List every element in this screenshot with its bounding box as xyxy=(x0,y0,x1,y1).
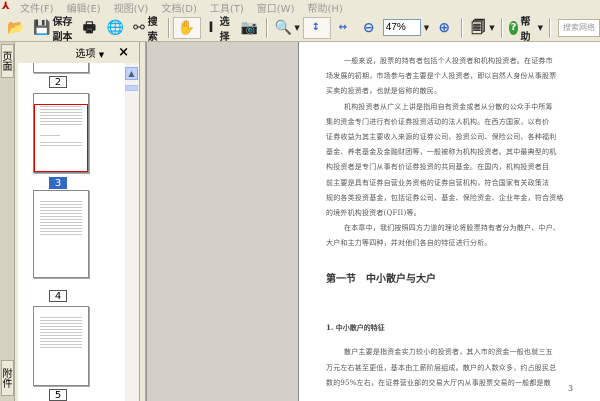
zoom-tool-button[interactable]: 🔍 ▼ xyxy=(271,17,302,39)
select-label: 选择 xyxy=(219,16,230,43)
paragraph-line: 前主要是具有证券自营业务资格的证券自营机构，符合国家有关政策法 xyxy=(326,178,550,187)
paragraph-line: 证券收益为其主要收入来源的证券公司、投资公司、保险公司、各种福利 xyxy=(326,133,557,141)
navigation-tabs: 页面 附件 xyxy=(0,42,15,401)
hand-icon: ✋ xyxy=(177,19,196,36)
page-thumbnail-5[interactable] xyxy=(33,306,89,386)
close-panel-button[interactable]: × xyxy=(118,45,129,60)
zoom-out-button[interactable]: ⊖ xyxy=(357,17,383,39)
fit-page-button[interactable]: ↕ xyxy=(302,16,331,39)
menu-view[interactable]: 视图(V) xyxy=(114,0,149,15)
document-page: 一般来说，股票的持有者包括个人投资者和机构投资者。在证券市场发展的初期，市场参与… xyxy=(298,42,600,401)
adobe-logo-icon: ⅄ xyxy=(2,1,10,12)
menu-file[interactable]: 文件(F) xyxy=(20,0,54,15)
menu-bar: ⅄ 文件(F) 编辑(E) 视图(V) 文档(D) 工具(T) 窗口(W) 帮助… xyxy=(0,0,600,15)
chevron-down-icon: ▼ xyxy=(423,23,430,32)
paragraph-line: 集的资金专门进行有价证券投资活动的法人机构。在西方国家，以有价 xyxy=(326,117,550,126)
scroll-up-arrow-icon[interactable]: ▲ xyxy=(125,67,138,80)
page-label-4[interactable]: 4 xyxy=(49,290,67,302)
email-globe-icon: 🌐 xyxy=(106,19,125,36)
zoom-in-button[interactable]: ⊕ xyxy=(432,17,458,39)
options-menu[interactable]: 选项 ▼ xyxy=(76,45,105,60)
paragraph-line: 散户主要是指资金实力较小的投资者，其入市的资金一般也就三五 xyxy=(344,348,553,356)
paragraph-line: 买卖的投资者，也就是俗称的散民。 xyxy=(326,87,442,96)
paragraph-line: 场发展的初期，市场参与者主要是个人投资者，即以自然人身份从事股票 xyxy=(326,72,557,81)
zoom-dropdown[interactable]: ▼ xyxy=(421,17,432,39)
document-background xyxy=(146,42,298,401)
help-label: 帮助 xyxy=(520,16,531,43)
scrollbar-thumb[interactable] xyxy=(125,85,138,91)
tab-attachments[interactable]: 附件 xyxy=(0,360,14,396)
menu-help[interactable]: 帮助(H) xyxy=(307,0,342,15)
paragraph-line: 数的95%左右，在证券营业部的交易大厅内从事股票交易的一般都是散 xyxy=(326,379,551,387)
floppy-icon: 💾 xyxy=(33,19,51,36)
chevron-down-icon: ▼ xyxy=(98,51,105,59)
fit-width-button[interactable]: ↔ xyxy=(331,17,357,39)
zoom-level-field[interactable] xyxy=(382,19,421,36)
email-button[interactable]: 🌐 xyxy=(103,17,129,39)
divider xyxy=(168,17,171,38)
paragraph-line: 的境外机构投资者(QFII)等。 xyxy=(326,209,421,217)
panel-splitter[interactable] xyxy=(139,42,146,401)
chevron-down-icon: ▼ xyxy=(294,23,300,32)
page-thumbnail-4[interactable] xyxy=(33,190,89,278)
paragraph-line: 基金、养老基金及金融财团等，一般被称为机构投资者。其中最典型的机 xyxy=(326,148,557,157)
binoculars-icon: ⚯ xyxy=(133,19,145,36)
rotate-pages-button[interactable]: 🗐 ▼ xyxy=(466,17,497,39)
menu-document[interactable]: 文档(D) xyxy=(161,0,197,15)
help-circle-icon: ? xyxy=(508,20,519,35)
tab-pages[interactable]: 页面 xyxy=(0,44,14,78)
snapshot-button[interactable]: 📷 xyxy=(237,17,263,39)
paragraph-line: 机构投资者从广义上讲是指用自有资金或者从分散的公众手中所筹 xyxy=(344,102,553,111)
search-label: 搜索 xyxy=(147,16,158,43)
chevron-down-icon: ▼ xyxy=(537,23,543,32)
paragraph-line: 大户和主力等四种，并对他们各自的特征进行分析。 xyxy=(326,239,492,248)
page-thumbnail-2[interactable] xyxy=(33,63,89,73)
page-label-5[interactable]: 5 xyxy=(49,389,67,401)
help-button[interactable]: ? 帮助 ▼ xyxy=(506,17,546,43)
camera-icon: 📷 xyxy=(240,19,259,36)
save-copy-button[interactable]: 💾 保存副本 xyxy=(30,17,77,43)
viewport-indicator[interactable] xyxy=(34,104,88,172)
thumbnail-list: 2 3 4 5 xyxy=(18,63,125,401)
subsection-heading: 1. 中小散户的特征 xyxy=(326,323,385,332)
options-label: 选项 xyxy=(75,49,96,60)
printer-icon: 🖶 xyxy=(82,19,97,36)
divider xyxy=(548,17,551,38)
select-tool-button[interactable]: Ⅰ 选择 xyxy=(201,17,237,43)
minus-circle-icon: ⊖ xyxy=(362,19,375,36)
pages-icon: 🗐 xyxy=(471,19,486,36)
divider xyxy=(461,17,464,38)
menu-window[interactable]: 窗口(W) xyxy=(257,0,295,15)
save-copy-label: 保存副本 xyxy=(52,16,73,43)
fit-page-icon: ↕ xyxy=(311,21,320,33)
magnifier-plus-icon: 🔍 xyxy=(274,19,293,36)
search-button[interactable]: ⚯ 搜索 xyxy=(129,17,165,43)
hand-tool-button[interactable]: ✋ xyxy=(173,16,202,39)
page-label-3[interactable]: 3 xyxy=(49,177,67,189)
fit-width-icon: ↔ xyxy=(338,21,347,33)
chevron-down-icon: ▼ xyxy=(489,23,495,32)
paragraph-line: 万元左右甚至更低，基本由工薪阶层组成。散户的人数众多，约占股民总 xyxy=(326,363,557,372)
divider xyxy=(266,17,269,38)
thumbnail-scrollbar[interactable]: ▲ xyxy=(125,63,139,401)
paragraph-line: 在本章中，我们按照四方力道的理论将股票持有者分为散户、中户、 xyxy=(344,224,560,233)
page-thumbnail-3[interactable] xyxy=(33,93,89,173)
folder-open-icon: 📂 xyxy=(7,19,25,36)
web-search-input[interactable]: 搜索网络 xyxy=(557,18,600,37)
paragraph-line: 规的各类投资基金，包括证券公司、基金、保险资金、企业年金，符合资格 xyxy=(326,193,564,202)
page-label-2[interactable]: 2 xyxy=(49,76,67,88)
paragraph-line: 一般来说，股票的持有者包括个人投资者和机构投资者。在证券市 xyxy=(344,57,553,65)
print-button[interactable]: 🖶 xyxy=(77,17,103,39)
open-button[interactable]: 📂 xyxy=(4,17,30,39)
toolbar: 📂 💾保存副本 🖶 🌐 ⚯搜索 ✋ Ⅰ选择 📷 🔍▼ ↕ ↔ ⊖ ▼ ⊕ 🗐▼ … xyxy=(0,14,600,43)
plus-circle-icon: ⊕ xyxy=(438,19,451,36)
pages-panel: 选项 ▼ × 2 3 4 5 ▲ xyxy=(15,42,139,401)
text-cursor-icon: Ⅰ xyxy=(208,19,214,36)
section-heading: 第一节 中小散户与大户 xyxy=(326,274,436,285)
page-number: 3 xyxy=(568,384,574,393)
paragraph-line: 构投资者是专门从事有价证券投资的共同基金。在国内，机构投资者目 xyxy=(326,163,550,172)
divider xyxy=(500,17,503,38)
